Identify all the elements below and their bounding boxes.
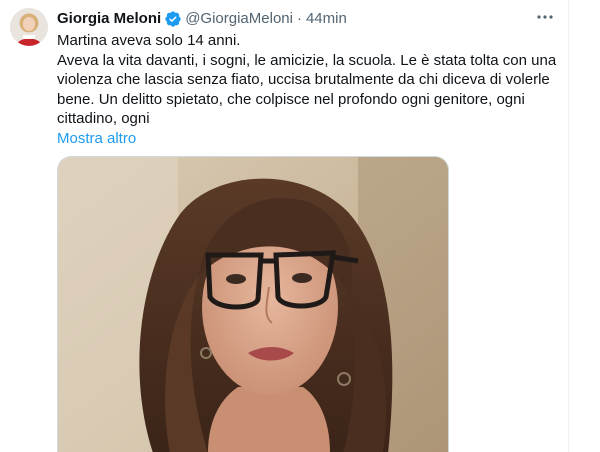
tweet[interactable]: Giorgia Meloni @GiorgiaMeloni · 44min Ma…: [0, 0, 568, 452]
tweet-text: Martina aveva solo 14 anni. Aveva la vit…: [57, 31, 562, 148]
author-display-name[interactable]: Giorgia Meloni: [57, 9, 161, 29]
tweet-photo[interactable]: [57, 156, 449, 452]
separator-dot: ·: [296, 10, 302, 27]
tweet-text-line-1: Martina aveva solo 14 anni.: [57, 32, 241, 49]
tweet-timestamp[interactable]: 44min: [306, 9, 347, 29]
tweet-header: Giorgia Meloni @GiorgiaMeloni · 44min: [57, 9, 347, 29]
show-more-link[interactable]: Mostra altro: [57, 130, 136, 147]
verified-badge-icon: [164, 10, 182, 28]
avatar[interactable]: [10, 8, 48, 46]
column-divider: [568, 0, 569, 452]
photo-image: [58, 157, 448, 452]
author-handle[interactable]: @GiorgiaMeloni: [185, 9, 293, 29]
more-horizontal-icon: [537, 15, 553, 19]
more-options-button[interactable]: [534, 6, 556, 28]
avatar-image: [10, 8, 48, 46]
page: Giorgia Meloni @GiorgiaMeloni · 44min Ma…: [0, 0, 600, 452]
tweet-text-line-2: Aveva la vita davanti, i sogni, le amici…: [57, 51, 557, 128]
